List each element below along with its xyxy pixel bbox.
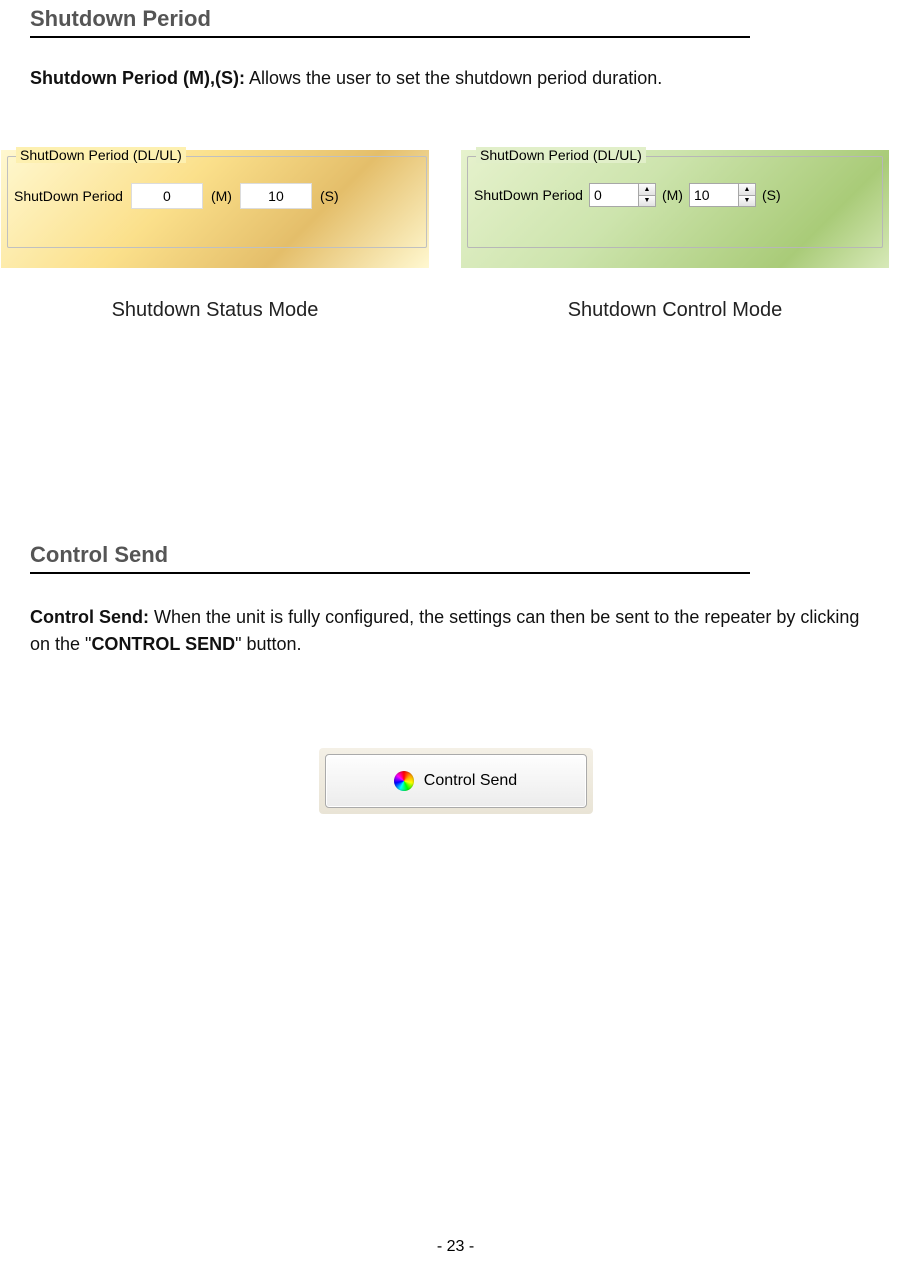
minutes-input[interactable]	[589, 183, 639, 207]
control-caption: Shutdown Control Mode	[568, 299, 783, 322]
status-minutes-value: 0	[131, 183, 203, 209]
seconds-down-button[interactable]: ▼	[739, 196, 755, 207]
control-send-button-label: Control Send	[424, 772, 517, 790]
unit-m: (M)	[211, 188, 232, 204]
divider	[30, 36, 750, 38]
unit-s: (S)	[762, 187, 781, 203]
divider	[30, 572, 750, 574]
section-title-control-send: Control Send	[30, 542, 911, 568]
groupbox-legend: ShutDown Period (DL/UL)	[476, 147, 646, 163]
groupbox: ShutDown Period (DL/UL) ShutDown Period …	[467, 156, 883, 248]
groupbox-legend: ShutDown Period (DL/UL)	[16, 147, 186, 163]
status-seconds-value: 10	[240, 183, 312, 209]
minutes-up-button[interactable]: ▲	[639, 184, 655, 196]
seconds-input[interactable]	[689, 183, 739, 207]
desc-label: Shutdown Period (M),(S):	[30, 68, 245, 88]
cs-desc-bold: CONTROL SEND	[91, 634, 235, 654]
seconds-up-button[interactable]: ▲	[739, 184, 755, 196]
unit-m: (M)	[662, 187, 683, 203]
unit-s: (S)	[320, 188, 339, 204]
minutes-down-button[interactable]: ▼	[639, 196, 655, 207]
groupbox: ShutDown Period (DL/UL) ShutDown Period …	[7, 156, 427, 248]
status-row-label: ShutDown Period	[14, 188, 123, 204]
seconds-spinner[interactable]: ▲ ▼	[689, 183, 756, 207]
color-wheel-icon	[394, 771, 414, 791]
control-send-description: Control Send: When the unit is fully con…	[30, 604, 881, 658]
cs-desc-b: " button.	[235, 634, 301, 654]
page-number: - 23 -	[0, 1238, 911, 1256]
shutdown-period-description: Shutdown Period (M),(S): Allows the user…	[30, 68, 911, 89]
status-row: ShutDown Period 0 (M) 10 (S)	[14, 183, 339, 209]
minutes-spinner[interactable]: ▲ ▼	[589, 183, 656, 207]
control-row: ShutDown Period ▲ ▼ (M) ▲ ▼	[474, 183, 781, 207]
cs-desc-label: Control Send:	[30, 607, 149, 627]
desc-text: Allows the user to set the shutdown peri…	[245, 68, 662, 88]
control-row-label: ShutDown Period	[474, 187, 583, 203]
shutdown-status-figure: ShutDown Period (DL/UL) ShutDown Period …	[0, 149, 430, 269]
status-caption: Shutdown Status Mode	[112, 299, 319, 322]
control-send-frame: Control Send	[319, 748, 593, 814]
shutdown-control-figure: ShutDown Period (DL/UL) ShutDown Period …	[460, 149, 890, 269]
control-send-button[interactable]: Control Send	[325, 754, 587, 808]
section-title-shutdown: Shutdown Period	[30, 6, 911, 32]
